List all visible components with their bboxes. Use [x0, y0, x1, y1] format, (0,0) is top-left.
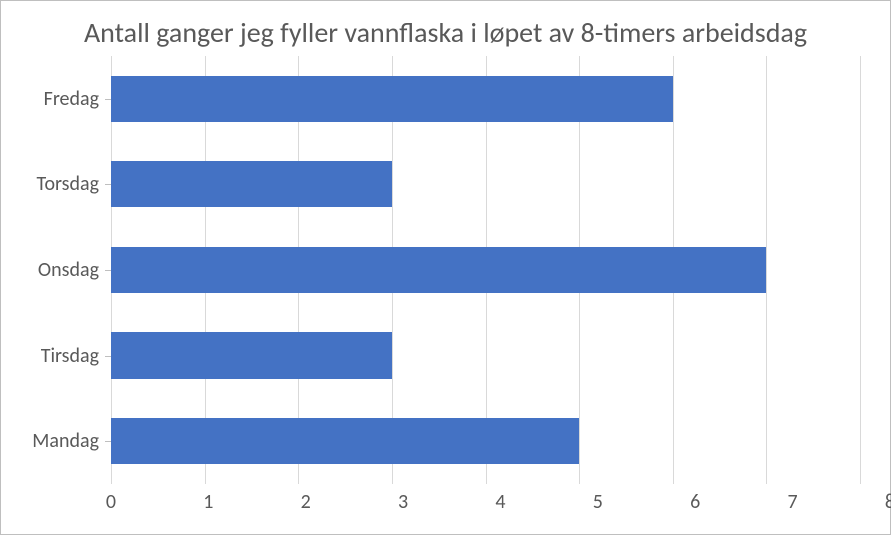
x-tick-label: 0 — [106, 490, 116, 514]
x-tick-label: 5 — [593, 490, 603, 514]
x-tick-label: 8 — [885, 490, 891, 514]
bar — [111, 76, 673, 122]
y-tick-mark — [105, 270, 111, 271]
x-tick-label: 6 — [690, 490, 700, 514]
y-tick-label: Tirsdag — [41, 344, 99, 368]
x-tick-label: 3 — [398, 490, 408, 514]
y-tick-label: Mandag — [32, 429, 99, 453]
y-tick-label: Fredag — [44, 87, 99, 111]
y-tick-mark — [105, 441, 111, 442]
category-slot — [111, 142, 860, 228]
x-axis-area: 012345678 — [111, 484, 890, 534]
plot-outer: Fredag Torsdag Onsdag Tirsdag Mandag — [1, 56, 890, 484]
y-tick-mark — [105, 356, 111, 357]
x-tick-label: 7 — [788, 490, 798, 514]
y-axis: Fredag Torsdag Onsdag Tirsdag Mandag — [1, 56, 111, 484]
bar — [111, 418, 579, 464]
x-tick-label: 2 — [301, 490, 311, 514]
bar — [111, 247, 766, 293]
plot-area — [111, 56, 860, 484]
x-axis-spacer — [1, 484, 111, 534]
x-tick-label: 1 — [203, 490, 213, 514]
y-tick-label: Onsdag — [38, 258, 99, 282]
category-slot — [111, 398, 860, 484]
y-tick-label: Torsdag — [37, 172, 99, 196]
x-tick-label: 4 — [495, 490, 505, 514]
chart-frame: Antall ganger jeg fyller vannflaska i lø… — [0, 0, 891, 535]
category-slot — [111, 313, 860, 399]
plot-col — [111, 56, 860, 484]
category-slot — [111, 227, 860, 313]
grid-line — [860, 56, 861, 484]
y-tick-mark — [105, 184, 111, 185]
bar — [111, 332, 392, 378]
category-slot — [111, 56, 860, 142]
chart-title: Antall ganger jeg fyller vannflaska i lø… — [1, 1, 890, 56]
bar — [111, 161, 392, 207]
x-axis: 0 1 2 3 4 5 6 7 8 — [1, 484, 890, 534]
y-tick-mark — [105, 99, 111, 100]
